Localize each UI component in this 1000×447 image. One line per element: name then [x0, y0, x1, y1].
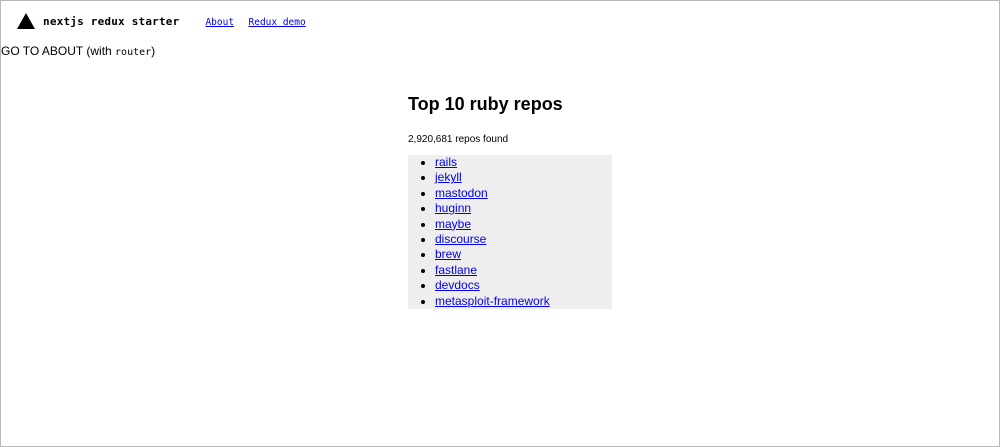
nav-link-about[interactable]: About [205, 17, 234, 28]
repo-count: 2,920,681 repos found [408, 134, 509, 145]
list-item: discourse [435, 232, 612, 247]
list-item: devdocs [435, 278, 612, 293]
site-header: nextjs redux starter About Redux demo [17, 11, 316, 31]
list-item: fastlane [435, 263, 612, 278]
repo-link-fastlane[interactable]: fastlane [435, 263, 477, 277]
main-nav: About Redux demo [205, 12, 315, 30]
main-content: Top 10 ruby repos 2,920,681 repos found … [408, 94, 708, 310]
repo-link-devdocs[interactable]: devdocs [435, 278, 480, 292]
router-code: router [115, 47, 152, 58]
repo-link-maybe[interactable]: maybe [435, 217, 471, 231]
list-item: brew [435, 247, 612, 262]
repo-link-discourse[interactable]: discourse [435, 232, 486, 246]
page-frame: nextjs redux starter About Redux demo GO… [0, 0, 1000, 447]
go-to-about-button[interactable]: GO TO ABOUT (with router) [1, 44, 155, 58]
repo-link-jekyll[interactable]: jekyll [435, 170, 462, 184]
list-item: maybe [435, 217, 612, 232]
go-to-about-text: GO TO ABOUT (with [1, 44, 116, 58]
page-title: Top 10 ruby repos [408, 94, 563, 114]
list-item: jekyll [435, 170, 612, 185]
repo-list: rails jekyll mastodon huginn maybe disco… [408, 155, 612, 310]
repo-link-huginn[interactable]: huginn [435, 201, 471, 215]
list-item: metasploit-framework [435, 294, 612, 309]
list-item: huginn [435, 201, 612, 216]
site-brand[interactable]: nextjs redux starter [43, 15, 179, 28]
repo-link-brew[interactable]: brew [435, 247, 461, 261]
repo-link-mastodon[interactable]: mastodon [435, 186, 488, 200]
go-to-about-text-end: ) [151, 44, 156, 58]
repo-link-metasploit-framework[interactable]: metasploit-framework [435, 294, 550, 308]
repo-link-rails[interactable]: rails [435, 155, 457, 169]
triangle-logo-icon[interactable] [17, 13, 35, 29]
list-item: rails [435, 155, 612, 170]
nav-link-redux-demo[interactable]: Redux demo [249, 17, 306, 28]
list-item: mastodon [435, 186, 612, 201]
